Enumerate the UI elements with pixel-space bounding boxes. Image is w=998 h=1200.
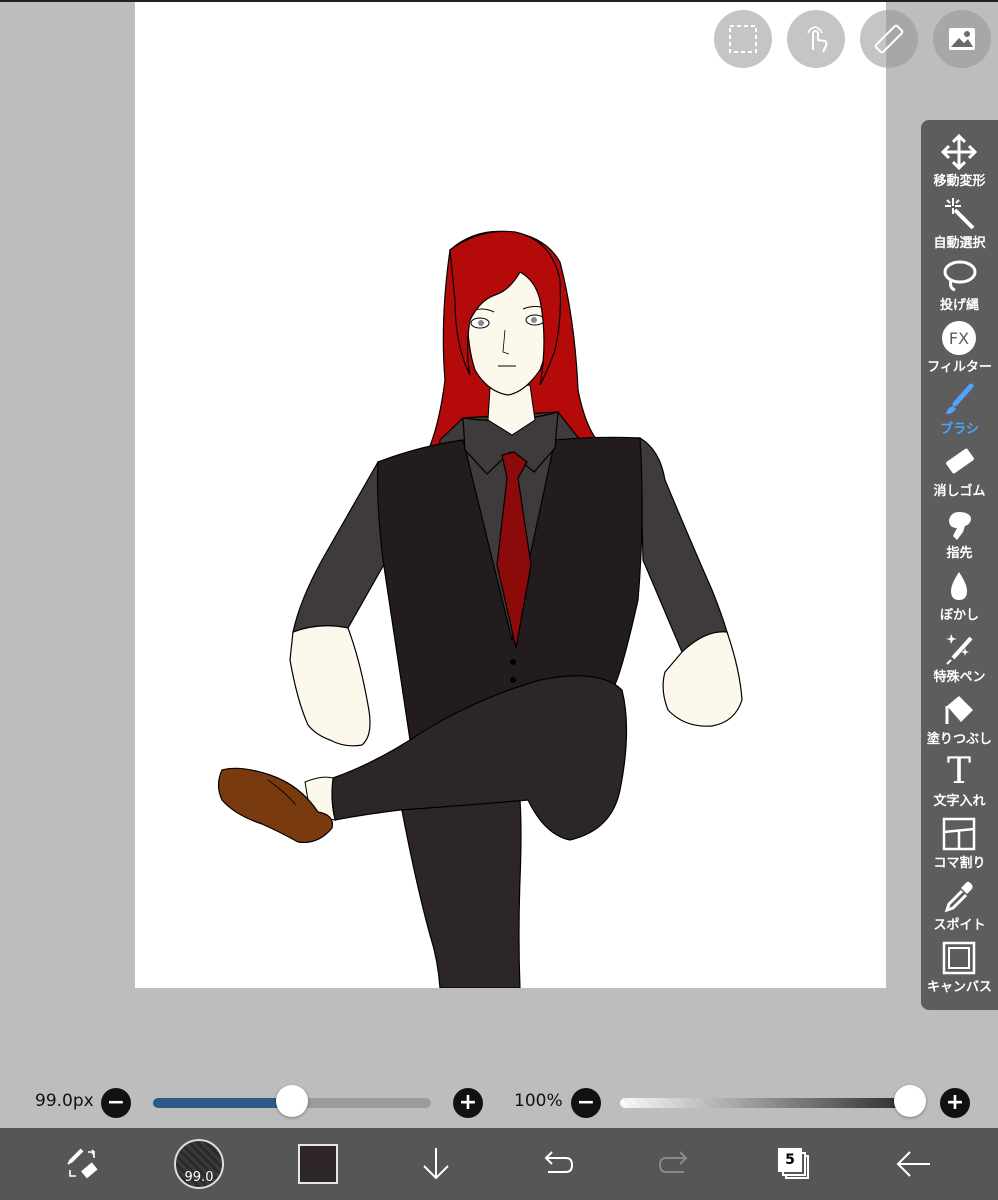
brush-icon: [939, 382, 979, 418]
arrow-down-icon: [423, 1148, 449, 1180]
material-button[interactable]: [933, 10, 991, 68]
tool-lasso[interactable]: 投げ縄: [921, 256, 998, 318]
undo-button[interactable]: [534, 1140, 578, 1188]
canvas-icon: [939, 940, 979, 976]
image-icon: [949, 28, 975, 50]
tool-label: 文字入れ: [933, 794, 986, 809]
move-icon: [939, 134, 979, 170]
tool-label: キャンバス: [926, 980, 992, 995]
text-icon: T: [939, 754, 979, 790]
opacity-slider-thumb[interactable]: [894, 1085, 926, 1117]
opacity-label: 100%: [514, 1091, 563, 1111]
brush-preview-size: 99.0: [184, 1170, 214, 1185]
tool-eyedropper[interactable]: スポイト: [921, 876, 998, 938]
redo-icon: [658, 1151, 688, 1173]
brush-size-slider-fill: [153, 1098, 292, 1108]
color-swatch: [298, 1144, 338, 1184]
pen-eraser-swap-icon: [67, 1148, 98, 1179]
opacity-slider[interactable]: [620, 1098, 910, 1108]
undo-icon: [544, 1151, 574, 1173]
opacity-increase-button[interactable]: +: [940, 1088, 970, 1118]
tool-frame-divider[interactable]: コマ割り: [921, 814, 998, 876]
brush-preview-button[interactable]: 99.0: [174, 1139, 224, 1189]
bucket-icon: [939, 692, 979, 728]
layers-icon: 5: [777, 1147, 811, 1181]
tool-label: 投げ縄: [939, 298, 979, 313]
minus-icon: −: [106, 1090, 126, 1115]
brush-preview-circle: 99.0: [174, 1139, 224, 1189]
minus-icon: −: [576, 1090, 596, 1115]
tool-move[interactable]: 移動変形: [921, 132, 998, 194]
gesture-button[interactable]: [787, 10, 845, 68]
drawing-canvas[interactable]: [135, 2, 886, 988]
special-pen-icon: [939, 630, 979, 666]
tool-fill[interactable]: 塗りつぶし: [921, 690, 998, 752]
layers-button[interactable]: 5: [772, 1140, 816, 1188]
plus-icon: +: [458, 1090, 478, 1115]
tool-label: ぼかし: [939, 608, 979, 623]
tool-special-pen[interactable]: 特殊ペン: [921, 628, 998, 690]
tool-label: 自動選択: [933, 236, 986, 251]
tool-palette: 移動変形 自動選択 投げ縄 FX フィルター ブラシ 消しゴム 指先 ぼかし 特…: [921, 120, 998, 1010]
tool-label: スポイト: [933, 918, 986, 933]
tool-text[interactable]: T 文字入れ: [921, 752, 998, 814]
redo-button[interactable]: [654, 1140, 698, 1188]
brush-settings-bar: 99.0px − + 100% − +: [0, 1078, 998, 1128]
tool-label: コマ割り: [933, 856, 986, 871]
swap-tool-button[interactable]: [58, 1140, 106, 1188]
tool-label: ブラシ: [940, 422, 979, 437]
brush-size-increase-button[interactable]: +: [453, 1088, 483, 1118]
tool-canvas[interactable]: キャンバス: [921, 938, 998, 1000]
opacity-decrease-button[interactable]: −: [571, 1088, 601, 1118]
color-button[interactable]: [296, 1140, 340, 1188]
character-illustration: [217, 230, 743, 988]
tool-label: 特殊ペン: [933, 670, 986, 685]
brush-size-decrease-button[interactable]: −: [101, 1088, 131, 1118]
tool-label: 移動変形: [933, 174, 986, 189]
tool-eraser[interactable]: 消しゴム: [921, 442, 998, 504]
magic-wand-icon: [939, 196, 979, 232]
tool-brush[interactable]: ブラシ: [921, 380, 998, 442]
fx-icon: FX: [939, 320, 979, 356]
text-glyph: T: [946, 751, 971, 792]
tool-auto-select[interactable]: 自動選択: [921, 194, 998, 256]
frame-divider-icon: [939, 816, 979, 852]
tool-filter[interactable]: FX フィルター: [921, 318, 998, 380]
tool-blur[interactable]: ぼかし: [921, 566, 998, 628]
eraser-icon: [939, 444, 979, 480]
canvas-workspace[interactable]: [0, 0, 998, 1078]
tool-label: 塗りつぶし: [926, 732, 993, 747]
back-button[interactable]: [892, 1140, 936, 1188]
hand-gesture-icon: [807, 26, 828, 53]
layer-count: 5: [778, 1148, 802, 1172]
brush-size-slider-thumb[interactable]: [276, 1085, 308, 1117]
ruler-button[interactable]: [860, 10, 918, 68]
bottom-toolbar: 99.0 5: [0, 1128, 998, 1200]
finger-icon: [939, 506, 979, 542]
tool-label: 指先: [946, 546, 973, 561]
lasso-icon: [939, 258, 979, 294]
ruler-icon: [874, 24, 904, 54]
eyedropper-icon: [939, 878, 979, 914]
fx-text: FX: [942, 321, 976, 355]
selection-layer-button[interactable]: [714, 10, 772, 68]
tool-label: 消しゴム: [933, 484, 986, 499]
plus-icon: +: [945, 1090, 965, 1115]
selection-icon: [729, 25, 757, 53]
blur-icon: [939, 568, 979, 604]
download-button[interactable]: [414, 1140, 458, 1188]
arrow-left-icon: [896, 1151, 930, 1177]
tool-finger[interactable]: 指先: [921, 504, 998, 566]
brush-size-label: 99.0px: [35, 1091, 94, 1111]
tool-label: フィルター: [927, 360, 992, 375]
